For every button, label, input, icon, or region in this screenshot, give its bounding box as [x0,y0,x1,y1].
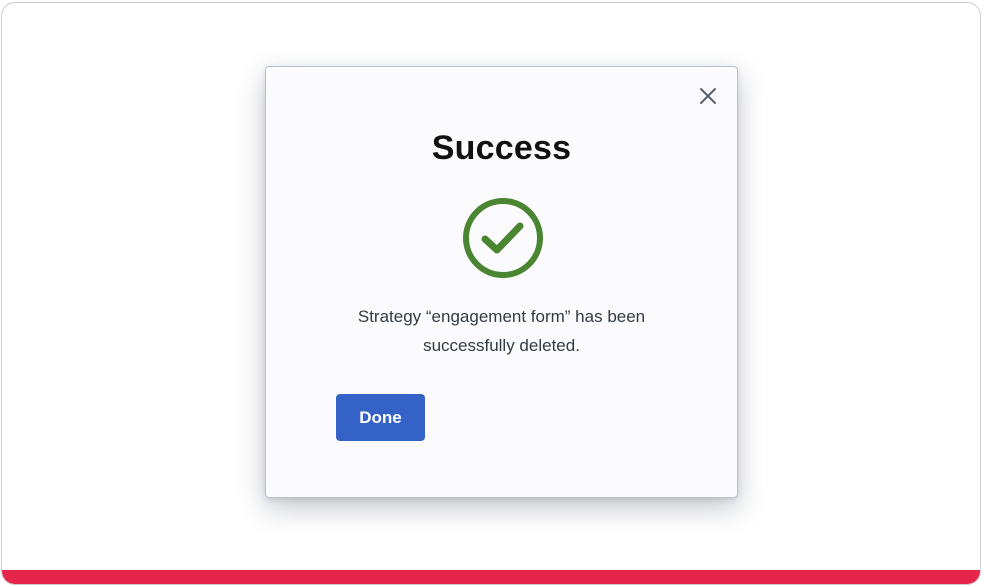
app-frame: Success Strategy “engagement form” has b… [1,2,981,585]
done-button[interactable]: Done [336,394,425,441]
close-button[interactable] [697,85,719,107]
close-icon [700,88,716,104]
dialog-message: Strategy “engagement form” has been succ… [306,302,697,360]
bottom-accent-bar [2,570,980,584]
dialog-message-line-1: Strategy “engagement form” has been [357,307,646,326]
check-circle-icon [463,198,543,278]
dialog-message-line-2: successfully deleted. [423,336,580,355]
dialog-title: Success [431,129,572,167]
success-dialog: Success Strategy “engagement form” has b… [265,66,738,498]
